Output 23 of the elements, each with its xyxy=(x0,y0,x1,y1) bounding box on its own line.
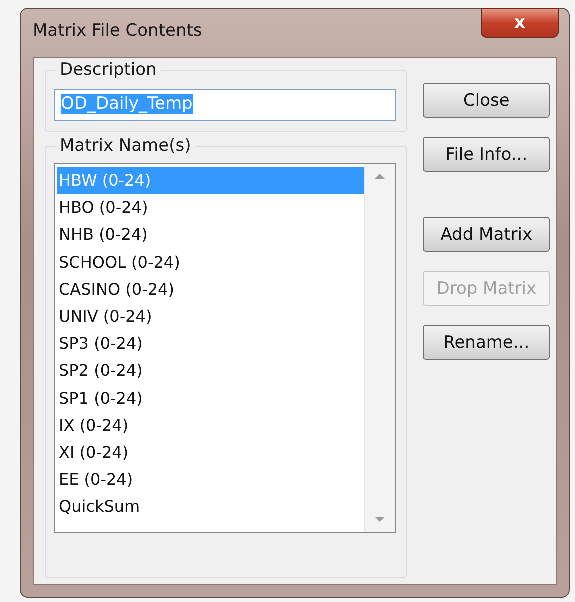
list-item[interactable]: SCHOOL (0-24) xyxy=(57,248,364,276)
list-item[interactable]: EE (0-24) xyxy=(57,466,364,494)
dialog-button[interactable]: File Info... xyxy=(423,137,550,172)
list-item[interactable]: SP2 (0-24) xyxy=(57,357,364,384)
group-label: Description xyxy=(56,60,161,80)
dialog-button[interactable]: Close xyxy=(423,83,550,118)
list-item[interactable]: XI (0-24) xyxy=(57,438,364,466)
dialog-button[interactable]: Add Matrix xyxy=(423,217,550,252)
scrollbar[interactable] xyxy=(364,164,396,532)
group-label: Matrix Name(s) xyxy=(56,136,196,156)
scroll-up-icon[interactable] xyxy=(374,172,386,180)
list-item[interactable]: CASINO (0-24) xyxy=(57,276,364,303)
list-item[interactable]: QuickSum xyxy=(57,493,364,520)
scroll-down-icon[interactable] xyxy=(374,516,386,524)
list-item[interactable]: HBO (0-24) xyxy=(57,194,364,222)
list-item[interactable]: SP3 (0-24) xyxy=(57,330,364,358)
list-item[interactable]: SP1 (0-24) xyxy=(57,384,364,412)
window-title: Matrix File Contents xyxy=(33,21,202,41)
dialog-button[interactable]: Rename... xyxy=(423,325,550,360)
list-item[interactable]: UNIV (0-24) xyxy=(57,302,364,330)
list-item[interactable]: NHB (0-24) xyxy=(57,221,364,249)
list-item[interactable]: IX (0-24) xyxy=(57,412,364,439)
window-close-button[interactable]: x xyxy=(481,8,559,38)
